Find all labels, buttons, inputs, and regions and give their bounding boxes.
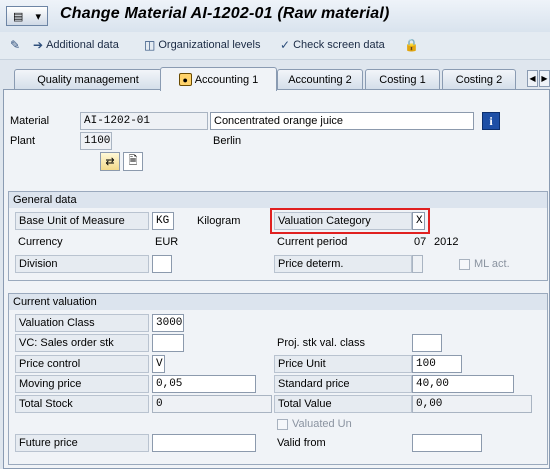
moving-price-label: Moving price: [15, 375, 149, 393]
tab-scroll-right-button[interactable]: ▶: [539, 70, 550, 87]
standard-price-label: Standard price: [274, 375, 412, 393]
tab-label: Accounting 1: [194, 73, 259, 86]
tab-quality-management[interactable]: Quality management: [14, 69, 162, 90]
total-value-label: Total Value: [274, 395, 412, 413]
chevron-down-icon: ▾: [35, 10, 41, 23]
current-valuation-group: Current valuation Valuation Class 3000 V…: [8, 293, 548, 465]
group-title: General data: [9, 192, 547, 208]
future-price-field[interactable]: [152, 434, 256, 452]
tab-costing-2[interactable]: Costing 2: [442, 69, 516, 90]
current-period-year: 2012: [434, 236, 459, 248]
system-menu-button[interactable]: ▤ ▾: [6, 6, 48, 26]
check-screen-label: Check screen data: [293, 39, 385, 51]
tab-label: Accounting 2: [288, 74, 352, 86]
tab-accounting-1[interactable]: ● Accounting 1: [160, 67, 277, 91]
tabstrip: Quality management ● Accounting 1 Accoun…: [0, 64, 550, 91]
base-uom-label: Base Unit of Measure: [15, 212, 149, 230]
base-uom-text: Kilogram: [197, 215, 241, 227]
tab-scroll-left-button[interactable]: ◀: [527, 70, 538, 87]
check-icon: ✓: [280, 38, 291, 52]
tab-active-icon: ●: [178, 73, 192, 86]
proj-stk-field[interactable]: [412, 334, 442, 352]
division-field[interactable]: [152, 255, 172, 273]
highlight-box: [270, 208, 430, 234]
tab-label: Quality management: [37, 74, 139, 86]
current-period-label: Current period: [277, 236, 348, 248]
standard-price-field[interactable]: 40,00: [412, 375, 514, 393]
total-stock-field: 0: [152, 395, 272, 413]
future-price-label: Future price: [15, 434, 149, 452]
tab-label: Costing 2: [455, 74, 503, 86]
plant-field: 1100: [80, 132, 112, 150]
application-toolbar: ✎ ➔ Additional data ◫ Organizational lev…: [0, 32, 550, 60]
switch-button[interactable]: ⇄: [100, 152, 120, 171]
vc-sales-order-label: VC: Sales order stk: [15, 334, 149, 352]
org-levels-button[interactable]: ◫ Organizational levels: [144, 38, 260, 52]
tab-content-panel: Material AI-1202-01 Concentrated orange …: [3, 89, 550, 469]
price-control-field[interactable]: V: [152, 355, 165, 373]
currency-label: Currency: [18, 236, 63, 248]
price-determ-field: [412, 255, 423, 273]
valuation-class-field[interactable]: 3000: [152, 314, 184, 332]
title-bar: ▤ ▾ Change Material AI-1202-01 (Raw mate…: [0, 0, 550, 32]
proj-stk-label: Proj. stk val. class: [277, 337, 366, 349]
material-field: AI-1202-01: [80, 112, 208, 130]
current-period-month: 07: [414, 236, 427, 248]
group-title: Current valuation: [9, 294, 547, 310]
valid-from-label: Valid from: [277, 437, 326, 449]
general-data-group: General data Base Unit of Measure KG Kil…: [8, 191, 548, 281]
price-control-label: Price control: [15, 355, 149, 373]
plant-label: Plant: [10, 135, 36, 147]
hierarchy-icon: ◫: [144, 38, 156, 52]
tab-label: Costing 1: [379, 74, 426, 86]
document-button[interactable]: 🗎: [123, 152, 143, 171]
ml-act-label: ML act.: [474, 258, 510, 270]
division-label: Division: [15, 255, 149, 273]
page-title: Change Material AI-1202-01 (Raw material…: [60, 5, 390, 22]
lock-icon: 🔒: [404, 38, 419, 52]
total-value-field: 0,00: [412, 395, 532, 413]
currency-value: EUR: [155, 236, 179, 248]
base-uom-field[interactable]: KG: [152, 212, 174, 230]
document-icon: 🗎: [128, 155, 138, 167]
valuated-un-label: Valuated Un: [292, 418, 352, 430]
material-description-field[interactable]: Concentrated orange juice: [210, 112, 474, 130]
tab-costing-1[interactable]: Costing 1: [365, 69, 440, 90]
moving-price-field[interactable]: 0,05: [152, 375, 256, 393]
plant-name: Berlin: [213, 135, 242, 147]
menu-icon: ▤: [13, 10, 24, 23]
material-label: Material: [10, 115, 50, 127]
vc-sales-order-field[interactable]: [152, 334, 184, 352]
ml-act-checkbox: [459, 259, 470, 270]
price-unit-field[interactable]: 100: [412, 355, 462, 373]
check-screen-button[interactable]: ✓ Check screen data: [280, 38, 385, 52]
valid-from-field[interactable]: [412, 434, 482, 452]
valuated-un-checkbox: [277, 419, 288, 430]
additional-data-label: Additional data: [46, 39, 119, 51]
price-unit-label: Price Unit: [274, 355, 412, 373]
arrow-right-icon: ➔: [33, 38, 44, 52]
display-change-icon: ✎: [10, 38, 21, 52]
switch-icon: ⇄: [105, 156, 115, 168]
lock-button[interactable]: 🔒: [404, 38, 419, 52]
valuation-class-label: Valuation Class: [15, 314, 149, 332]
tab-accounting-2[interactable]: Accounting 2: [277, 69, 363, 90]
additional-data-button[interactable]: ➔ Additional data: [33, 38, 119, 52]
price-determ-label: Price determ.: [274, 255, 412, 273]
display-change-button[interactable]: ✎: [10, 38, 20, 52]
org-levels-label: Organizational levels: [158, 39, 261, 51]
total-stock-label: Total Stock: [15, 395, 149, 413]
info-button[interactable]: i: [482, 112, 500, 130]
